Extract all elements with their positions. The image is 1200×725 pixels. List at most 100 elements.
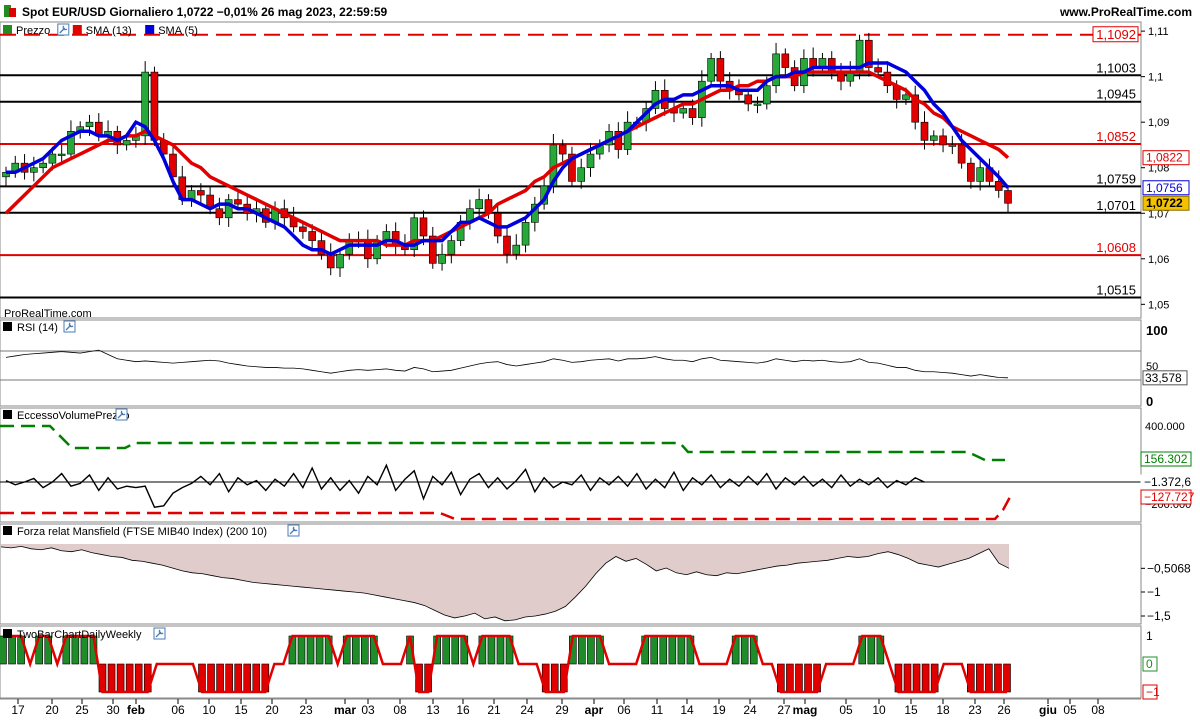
candle-body — [30, 167, 38, 173]
candle-body — [976, 167, 984, 182]
x-tick-label: 21 — [487, 703, 501, 717]
twobar-bar — [1003, 663, 1011, 693]
watermark: ProRealTime.com — [4, 308, 92, 320]
x-tick-label: 11 — [651, 703, 664, 717]
candle-body — [994, 181, 1003, 191]
candle-body — [215, 208, 224, 219]
twobar-bar — [795, 663, 803, 693]
x-tick-label: giu — [1039, 703, 1057, 717]
candle-body — [39, 162, 47, 169]
candle-body — [447, 240, 456, 255]
mansfield-title: Forza relat Mansfield (FTSE MIB40 Index)… — [17, 526, 267, 538]
volume-axis: 400.000−200.000156.302−1.372,6−127.727 — [1140, 421, 1195, 511]
twobar-bar — [994, 663, 1002, 693]
volume-tick-label: 400.000 — [1145, 421, 1185, 433]
candle-body — [57, 153, 66, 156]
x-tick-label: 05 — [1063, 703, 1077, 717]
candle-body — [623, 121, 632, 150]
legend-swatch — [3, 25, 12, 34]
rsi-tick-label: 100 — [1146, 323, 1168, 338]
price-tag-label: 1,0722 — [1146, 196, 1183, 210]
twobar-bar — [487, 635, 496, 665]
app-logo-icon-red — [9, 8, 16, 17]
chart-title: Spot EUR/USD Giornaliero 1,0722 −0,01% 2… — [22, 5, 388, 19]
volume-color-swatch — [3, 410, 12, 419]
x-tick-label: apr — [585, 703, 604, 717]
candle-body — [874, 67, 882, 73]
candle-body — [503, 235, 511, 255]
candle-body — [475, 199, 483, 210]
volume-settings-icon[interactable] — [115, 408, 128, 421]
price-tag-label: 1,0822 — [1146, 151, 1183, 165]
twobar-bar — [225, 663, 233, 693]
candle-body — [419, 217, 428, 237]
x-tick-label: mar — [334, 703, 356, 717]
x-tick-label: 10 — [202, 703, 216, 717]
twobar-bar — [659, 635, 668, 665]
candle-body — [827, 58, 836, 73]
candle-body — [1004, 190, 1012, 204]
x-tick-label: 16 — [456, 703, 470, 717]
x-tick-label: 14 — [680, 703, 694, 717]
twobar-bar — [243, 663, 252, 693]
mansfield-axis: −0,5068 −1 −1,5 — [1141, 561, 1191, 623]
legend-label: Prezzo — [16, 25, 50, 37]
rsi-color-swatch — [3, 322, 12, 331]
x-tick-label: 23 — [968, 703, 982, 717]
candle-body — [902, 94, 910, 100]
site-label[interactable]: www.ProRealTime.com — [1059, 5, 1192, 19]
twobar-bar — [361, 635, 369, 665]
price-tick-label: 1,06 — [1148, 254, 1169, 266]
twobar-bar — [252, 663, 261, 693]
candle-body — [122, 140, 131, 146]
x-tick-label: 20 — [45, 703, 59, 717]
volume-title: EccessoVolumePrezzo — [17, 410, 130, 422]
legend-label: SMA (5) — [158, 25, 198, 37]
volume-panel-frame — [0, 407, 1142, 523]
x-axis: 17 20 25 30 feb 06 10 15 20 23 mar 03 08 13 16 21 24 29 ap… — [0, 698, 1141, 717]
twobar-tick-label: −1 — [1146, 685, 1160, 699]
twobar-bar — [207, 663, 215, 693]
twobar-bar — [116, 663, 125, 693]
volume-tag-label: 156.302 — [1144, 452, 1188, 466]
x-tick-label: 27 — [777, 703, 791, 717]
rsi-settings-icon[interactable] — [63, 320, 76, 333]
candle-body — [948, 144, 957, 147]
twobar-title: TwoBarChartDailyWeekly — [17, 629, 142, 641]
mansfield-tick-label: −1 — [1147, 585, 1161, 599]
twobar-bar — [985, 663, 993, 693]
candle-body — [364, 240, 372, 260]
price-legend[interactable]: Prezzo SMA (13) SMA (5) — [3, 23, 198, 37]
candle-body — [939, 135, 947, 146]
twobar-bar — [451, 635, 460, 665]
candle-body — [707, 58, 715, 82]
chart-root: Spot EUR/USD Giornaliero 1,0722 −0,01% 2… — [0, 5, 1195, 717]
twobar-bar — [578, 635, 586, 665]
x-tick-label: 20 — [265, 703, 279, 717]
twobar-bar — [351, 635, 360, 665]
twobar-settings-icon[interactable] — [153, 627, 166, 640]
mansfield-tick-label: −1,5 — [1147, 609, 1171, 623]
mansfield-tick-label: −0,5068 — [1147, 561, 1191, 575]
twobar-bar — [216, 663, 224, 693]
x-tick-label: 23 — [299, 703, 313, 717]
level-label: 1,0852 — [1096, 129, 1136, 144]
level-label: 1,1003 — [1096, 60, 1136, 75]
level-label: 1,0945 — [1096, 87, 1136, 102]
mansfield-settings-icon[interactable] — [287, 524, 300, 537]
candle-body — [679, 108, 688, 114]
mansfield-color-swatch — [3, 526, 12, 535]
twobar-bar — [912, 663, 921, 693]
x-tick-label: 17 — [11, 703, 25, 717]
x-tick-label: 10 — [872, 703, 886, 717]
candle-body — [744, 94, 753, 105]
candle-body — [762, 85, 771, 105]
rsi-title: RSI (14) — [17, 322, 58, 334]
twobar-bar — [0, 635, 7, 665]
twobar-bar — [134, 663, 143, 693]
candle-body — [308, 231, 316, 241]
x-tick-label: 29 — [555, 703, 569, 717]
candle-body — [512, 244, 521, 255]
x-tick-label: 05 — [839, 703, 853, 717]
twobar-tick-label: 1 — [1146, 629, 1153, 643]
